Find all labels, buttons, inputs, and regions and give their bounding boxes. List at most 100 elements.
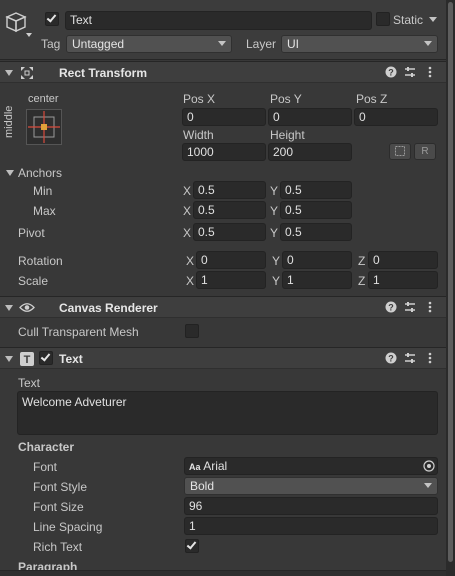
min-x-axis-label: X — [183, 184, 192, 198]
rect-transform-icon — [21, 67, 33, 79]
svg-text:?: ? — [388, 303, 394, 313]
static-dropdown-arrow-icon[interactable] — [429, 17, 437, 22]
line-spacing-label: Line Spacing — [33, 520, 103, 534]
rotation-x-field[interactable]: 0 — [196, 251, 266, 269]
font-style-dropdown[interactable]: Bold — [184, 477, 438, 495]
scale-y-axis-label: Y — [272, 274, 281, 288]
max-y-axis-label: Y — [270, 204, 279, 218]
width-field[interactable]: 1000 — [182, 143, 266, 161]
more-options-icon[interactable] — [424, 301, 436, 313]
raw-edit-button[interactable]: R — [414, 143, 436, 160]
svg-text:?: ? — [388, 354, 394, 364]
help-icon[interactable]: ? — [385, 66, 397, 78]
height-field[interactable]: 200 — [268, 143, 352, 161]
anchors-label[interactable]: Anchors — [18, 166, 62, 180]
layer-label: Layer — [246, 37, 277, 51]
active-checkbox[interactable] — [45, 12, 59, 26]
max-y-field[interactable]: 0.5 — [280, 201, 352, 219]
text-component-title: Text — [59, 352, 83, 366]
width-label: Width — [183, 128, 214, 142]
anchors-foldout-icon[interactable] — [6, 170, 14, 176]
anchor-presets-icon[interactable] — [26, 109, 62, 145]
blueprint-mode-button[interactable] — [389, 143, 411, 160]
rot-z-axis-label: Z — [358, 254, 366, 268]
presets-icon[interactable] — [404, 301, 416, 313]
rotation-label: Rotation — [18, 254, 63, 268]
object-header: Text Static Tag Untagged Layer UI — [0, 0, 446, 60]
pivot-x-axis-label: X — [183, 226, 192, 240]
rect-transform-title: Rect Transform — [59, 66, 148, 80]
min-y-axis-label: Y — [270, 184, 279, 198]
scale-x-field[interactable]: 1 — [196, 271, 266, 289]
scrollbar[interactable] — [446, 0, 455, 576]
bottom-bar — [0, 570, 446, 576]
static-checkbox[interactable] — [376, 12, 390, 26]
gameobject-cube-icon[interactable] — [5, 11, 33, 39]
chevron-down-icon — [218, 41, 226, 46]
pos-z-label: Pos Z — [356, 92, 388, 106]
tag-dropdown[interactable]: Untagged — [66, 35, 232, 53]
font-field[interactable]: Aa Arial — [184, 457, 438, 475]
pos-y-field[interactable]: 0 — [268, 108, 352, 126]
font-asset-icon: Aa — [189, 462, 201, 472]
static-label[interactable]: Static — [393, 13, 423, 27]
scale-z-field[interactable]: 1 — [368, 271, 438, 289]
pivot-x-field[interactable]: 0.5 — [193, 223, 266, 241]
object-picker-icon[interactable] — [423, 460, 435, 472]
rotation-y-field[interactable]: 0 — [282, 251, 352, 269]
rot-x-axis-label: X — [186, 254, 195, 268]
foldout-arrow-icon[interactable] — [5, 305, 13, 311]
scale-label: Scale — [18, 274, 49, 288]
min-x-field[interactable]: 0.5 — [193, 181, 266, 199]
foldout-arrow-icon[interactable] — [5, 356, 13, 362]
min-y-field[interactable]: 0.5 — [280, 181, 352, 199]
line-spacing-field[interactable]: 1 — [184, 517, 438, 535]
scrollbar-thumb[interactable] — [448, 2, 453, 562]
cull-transparent-mesh-checkbox[interactable] — [185, 324, 199, 338]
pivot-y-axis-label: Y — [270, 226, 279, 240]
character-label: Character — [18, 440, 75, 454]
presets-icon[interactable] — [404, 352, 416, 364]
text-label: Text — [18, 376, 41, 390]
tag-label: Tag — [41, 37, 61, 51]
font-size-label: Font Size — [33, 500, 84, 514]
text-area[interactable]: Welcome Adveturer — [17, 391, 438, 435]
anchor-vertical-label: middle — [3, 105, 15, 138]
check-icon — [46, 12, 57, 23]
pos-z-field[interactable]: 0 — [354, 108, 438, 126]
pivot-y-field[interactable]: 0.5 — [280, 223, 352, 241]
layer-dropdown[interactable]: UI — [281, 35, 438, 53]
text-component-header[interactable]: T Text ? — [0, 347, 446, 369]
more-options-icon[interactable] — [424, 66, 436, 78]
font-style-label: Font Style — [33, 480, 88, 494]
max-x-field[interactable]: 0.5 — [193, 201, 266, 219]
pos-y-label: Pos Y — [270, 92, 302, 106]
font-value: Arial — [203, 459, 228, 473]
rich-text-checkbox[interactable] — [185, 539, 199, 553]
tag-value: Untagged — [72, 37, 125, 51]
scale-z-axis-label: Z — [358, 274, 366, 288]
font-style-value: Bold — [190, 479, 215, 493]
object-name-field[interactable]: Text — [65, 11, 372, 30]
check-icon — [186, 539, 197, 550]
help-icon[interactable]: ? — [385, 301, 397, 313]
pos-x-field[interactable]: 0 — [182, 108, 266, 126]
min-label: Min — [33, 184, 53, 198]
scale-y-field[interactable]: 1 — [282, 271, 352, 289]
anchor-horizontal-label: center — [28, 93, 59, 105]
rect-transform-header[interactable]: Rect Transform ? — [0, 61, 446, 83]
foldout-arrow-icon[interactable] — [5, 70, 13, 76]
font-size-field[interactable]: 96 — [184, 497, 438, 515]
more-options-icon[interactable] — [424, 352, 436, 364]
help-icon[interactable]: ? — [385, 352, 397, 364]
text-enabled-checkbox[interactable] — [39, 351, 53, 365]
svg-text:T: T — [24, 354, 31, 366]
pos-x-label: Pos X — [183, 92, 216, 106]
pivot-label: Pivot — [18, 226, 45, 240]
canvas-renderer-header[interactable]: Canvas Renderer ? — [0, 296, 446, 318]
rotation-z-field[interactable]: 0 — [368, 251, 438, 269]
layer-value: UI — [287, 37, 299, 51]
rich-text-label: Rich Text — [33, 540, 83, 554]
presets-icon[interactable] — [404, 66, 416, 78]
check-icon — [40, 351, 51, 362]
